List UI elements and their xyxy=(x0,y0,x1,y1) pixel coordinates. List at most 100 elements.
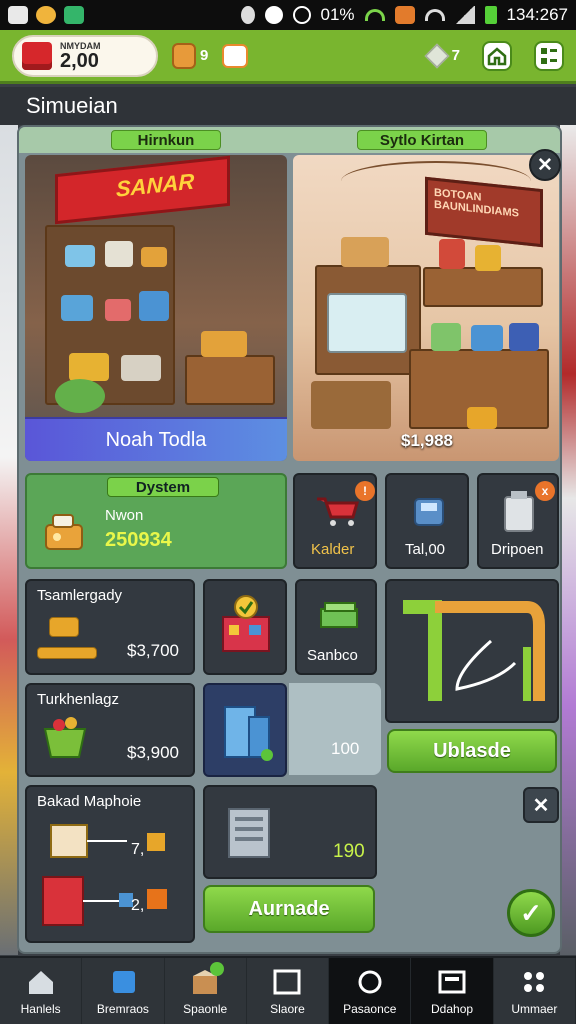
cube-resource[interactable]: 7 xyxy=(424,43,460,68)
treasure-chest-icon xyxy=(22,41,52,70)
locked-slot[interactable]: 100 xyxy=(289,683,381,775)
card-title: Bakad Maphoie xyxy=(37,793,142,810)
tab-left[interactable]: Hirnkun xyxy=(111,130,221,150)
goods-item xyxy=(471,325,503,351)
gallery-notification-icon xyxy=(8,6,28,24)
basket-icon xyxy=(43,717,87,758)
item-card-shop[interactable] xyxy=(203,579,287,675)
left-store-scene[interactable]: SANAR Noah Todla xyxy=(25,155,287,461)
nav-label: Bremraos xyxy=(96,1002,149,1016)
nav-label: Ddahop xyxy=(431,1002,474,1016)
item-card-office[interactable] xyxy=(203,683,287,777)
alert-badge: ! xyxy=(355,481,375,501)
card-title: Tsamlergady xyxy=(37,587,123,604)
search-icon xyxy=(358,970,382,994)
close-icon: ✕ xyxy=(537,154,553,176)
upgrade-button[interactable]: Aurnade xyxy=(203,885,375,933)
checkmark-icon: ✓ xyxy=(520,897,542,928)
board-icon xyxy=(438,970,466,994)
data-saver-icon xyxy=(264,6,283,24)
nav-item-spaonle[interactable]: Spaonle xyxy=(165,958,247,1024)
unlock-button[interactable]: Ublasde xyxy=(387,729,557,773)
goods-item xyxy=(141,247,167,267)
battery-percent: 01% xyxy=(320,5,355,24)
bag-count: 9 xyxy=(200,47,209,64)
cube-count: 7 xyxy=(451,47,460,64)
camera-icon xyxy=(222,43,249,68)
pipe-puzzle-card[interactable] xyxy=(385,579,559,723)
bag-resource[interactable]: 9 xyxy=(172,42,209,69)
panel-header: Hirnkun Sytlo Kirtan xyxy=(19,127,560,153)
frame-icon xyxy=(273,969,301,995)
gold-coins-icon xyxy=(37,647,97,659)
right-store-scene[interactable]: BOTOAN BAUNLINDIAMS $1,988 xyxy=(293,155,559,461)
gold-bell-icon xyxy=(49,617,79,637)
shopping-cart-icon xyxy=(317,497,359,526)
dismiss-button[interactable]: ✕ xyxy=(523,787,559,823)
card-value: $3,900 xyxy=(127,743,179,762)
chain-tag-1: 7, xyxy=(131,841,145,858)
card-title: Turkhenlagz xyxy=(37,691,119,708)
resource-bar: NMYDAM 2,00 9 7 xyxy=(0,30,576,84)
grid-icon xyxy=(524,972,545,992)
nav-item-ummaer[interactable]: Ummaer xyxy=(494,958,576,1024)
wifi-icon xyxy=(364,9,385,21)
system-card[interactable]: Dystem Nwon 250934 xyxy=(25,473,287,569)
card-label: Sanbco xyxy=(307,647,358,664)
locked-slot-value: 100 xyxy=(331,739,360,758)
mute-icon xyxy=(240,6,255,24)
status-bar: 01% 134:267 xyxy=(0,0,576,30)
nav-label: Pasaonce xyxy=(343,1002,397,1016)
cube-icon xyxy=(112,971,135,993)
goods-item xyxy=(509,323,539,351)
nav-item-pasaonce[interactable]: Pasaonce xyxy=(329,958,412,1024)
item-card-tsamlergady[interactable]: Tsamlergady $3,700 xyxy=(25,579,195,675)
signal-icon xyxy=(454,6,475,24)
goods-item xyxy=(431,323,461,351)
payment-terminal-icon xyxy=(414,498,444,526)
right-store-sign: BOTOAN BAUNLINDIAMS xyxy=(425,176,543,248)
camera-resource[interactable] xyxy=(222,43,249,68)
menu-button[interactable] xyxy=(534,40,564,71)
coin-counter[interactable]: NMYDAM 2,00 xyxy=(12,34,158,77)
item-card-sanbco[interactable]: Sanbco xyxy=(295,579,377,675)
confirm-button[interactable]: ✓ xyxy=(507,889,555,937)
goods-item xyxy=(61,295,93,321)
upgrade-card-tal[interactable]: Tal,00 xyxy=(385,473,469,569)
nav-item-slaore[interactable]: Slaore xyxy=(247,958,330,1024)
close-scene-button[interactable]: ✕ xyxy=(529,149,561,181)
vegetable-pile xyxy=(55,379,105,413)
item-card-bakad-maphoie[interactable]: Bakad Maphoie 7, 2, xyxy=(25,785,195,943)
goods-item xyxy=(121,355,161,381)
counter-table xyxy=(185,355,275,405)
office-building-icon xyxy=(224,706,273,761)
item-card-server[interactable]: 190 xyxy=(203,785,377,879)
upgrade-card-dripoen[interactable]: x Dripoen xyxy=(477,473,559,569)
wall-shelf xyxy=(423,267,543,307)
goods-item xyxy=(439,239,465,269)
goods-item xyxy=(65,245,95,267)
system-pill: Dystem xyxy=(107,477,219,497)
bottom-navigation: Hanlels Bremraos Spaonle Slaore Pasaonce… xyxy=(0,956,576,1024)
home-shop-button[interactable] xyxy=(482,40,512,71)
goods-item xyxy=(69,353,109,381)
app-notification-icon xyxy=(394,6,415,24)
close-badge-icon[interactable]: x xyxy=(535,481,555,501)
world-background-left xyxy=(0,125,18,955)
alarm-icon xyxy=(292,6,311,24)
tab-right[interactable]: Sytlo Kirtan xyxy=(357,130,487,150)
store-building-icon xyxy=(222,595,270,652)
nav-item-hanlels[interactable]: Hanlels xyxy=(0,958,83,1024)
item-card-turkhenlagz[interactable]: Turkhenlagz $3,900 xyxy=(25,683,195,777)
coin-title: NMYDAM xyxy=(60,40,101,51)
store-sign-text: SANAR xyxy=(116,168,195,202)
wifi-secondary-icon xyxy=(424,9,445,21)
goods-item xyxy=(139,291,169,321)
settings-notification-icon xyxy=(36,6,56,24)
server-rack-icon xyxy=(228,808,270,858)
nav-item-ddahop[interactable]: Ddahop xyxy=(411,958,494,1024)
nav-item-bremraos[interactable]: Bremraos xyxy=(82,958,165,1024)
upgrade-card-kalder[interactable]: ! Kalder xyxy=(293,473,377,569)
card-value: $3,700 xyxy=(127,641,179,660)
notification-badge xyxy=(209,962,224,976)
